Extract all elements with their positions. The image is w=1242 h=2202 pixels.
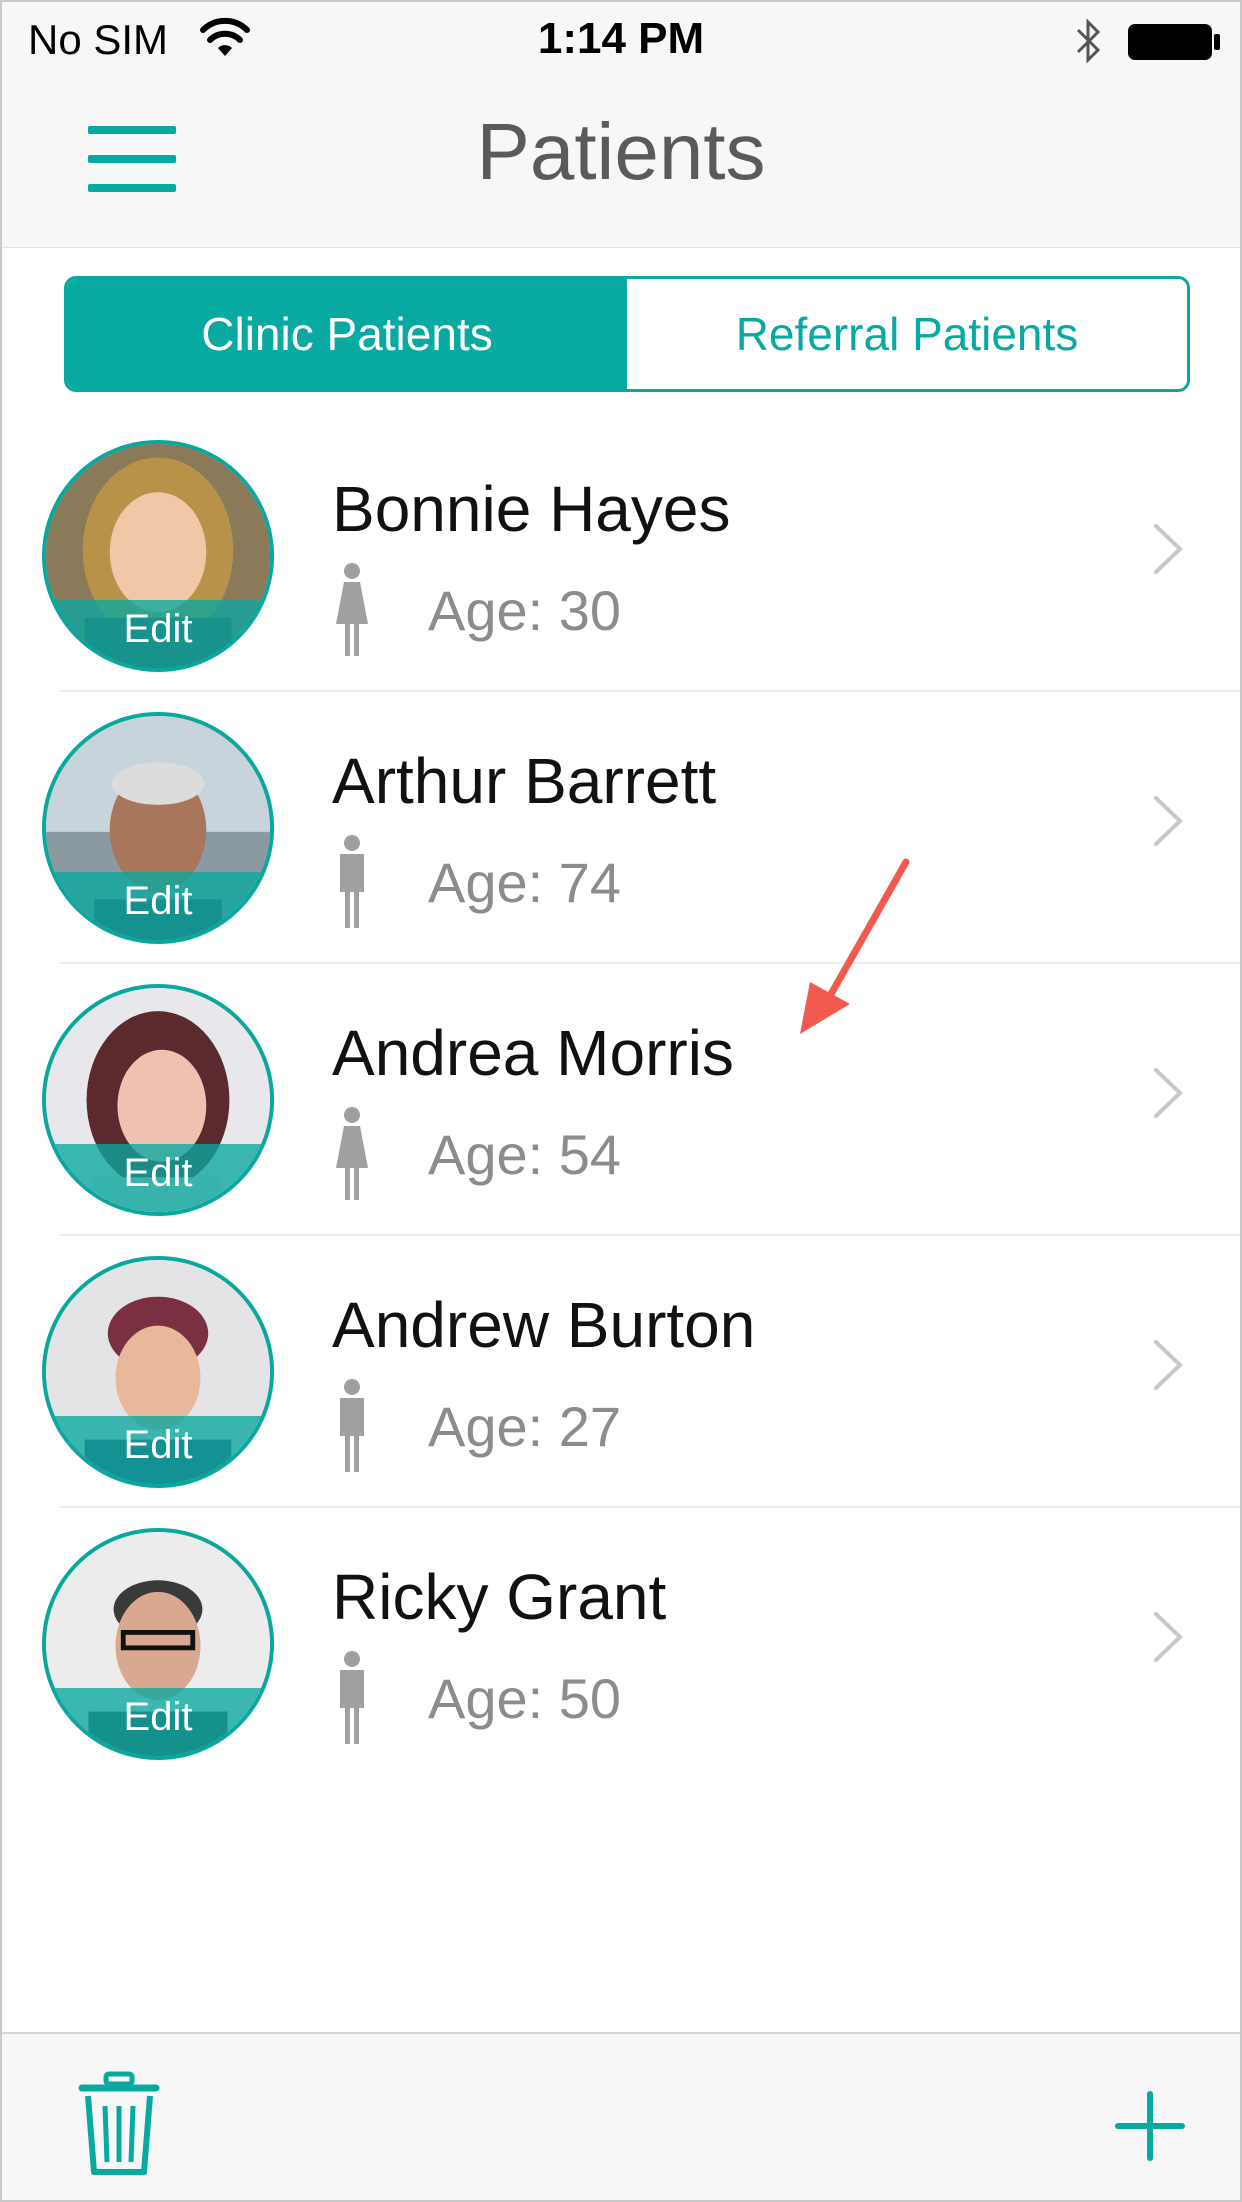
edit-photo-button[interactable]: Edit bbox=[46, 1688, 270, 1756]
add-icon[interactable] bbox=[1114, 2090, 1186, 2162]
chevron-right-icon bbox=[1154, 1068, 1183, 1118]
battery-icon bbox=[1128, 24, 1220, 60]
segment-referral-patients[interactable]: Referral Patients bbox=[627, 279, 1187, 389]
patient-list: Edit Bonnie Hayes Age: 30 Edit Arthur Ba… bbox=[2, 420, 1240, 1780]
chevron-right-icon bbox=[1154, 1612, 1183, 1662]
patient-name: Arthur Barrett bbox=[332, 745, 717, 817]
male-icon bbox=[340, 1379, 364, 1472]
edit-photo-button[interactable]: Edit bbox=[46, 600, 270, 668]
annotation-arrow-icon bbox=[800, 858, 910, 1034]
edit-photo-button[interactable]: Edit bbox=[46, 872, 270, 940]
male-icon bbox=[340, 835, 364, 928]
chevron-right-icon bbox=[1154, 796, 1183, 846]
female-icon bbox=[336, 1107, 368, 1200]
patient-row[interactable]: Edit Andrew Burton Age: 27 bbox=[2, 1236, 1240, 1508]
patient-age: Age: 50 bbox=[428, 1667, 622, 1730]
avatar: Edit bbox=[42, 1256, 274, 1488]
avatar: Edit bbox=[42, 440, 274, 672]
bottom-toolbar bbox=[2, 2032, 1240, 2200]
avatar: Edit bbox=[42, 712, 274, 944]
patient-age: Age: 74 bbox=[428, 851, 622, 914]
edit-photo-button[interactable]: Edit bbox=[46, 1416, 270, 1484]
male-icon bbox=[340, 1651, 364, 1744]
patient-name: Bonnie Hayes bbox=[332, 473, 731, 545]
avatar: Edit bbox=[42, 1528, 274, 1760]
female-icon bbox=[336, 563, 368, 656]
patient-row[interactable]: Edit Arthur Barrett Age: 74 bbox=[2, 692, 1240, 964]
avatar: Edit bbox=[42, 984, 274, 1216]
chevron-right-icon bbox=[1154, 524, 1183, 574]
patient-row[interactable]: Edit Andrea Morris Age: 54 bbox=[2, 964, 1240, 1236]
patient-age: Age: 54 bbox=[428, 1123, 622, 1186]
patient-row[interactable]: Edit Ricky Grant Age: 50 bbox=[2, 1508, 1240, 1780]
patient-row[interactable]: Edit Bonnie Hayes Age: 30 bbox=[2, 420, 1240, 692]
patient-age: Age: 27 bbox=[428, 1395, 622, 1458]
segment-clinic-patients[interactable]: Clinic Patients bbox=[67, 279, 627, 389]
edit-photo-button[interactable]: Edit bbox=[46, 1144, 270, 1212]
app-screen: No SIM 1:14 PM Patients Clinic Patients … bbox=[0, 0, 1242, 2202]
patient-name: Ricky Grant bbox=[332, 1561, 667, 1633]
status-bar: No SIM 1:14 PM bbox=[2, 2, 1240, 80]
patient-age: Age: 30 bbox=[428, 579, 622, 642]
patient-name: Andrea Morris bbox=[332, 1017, 734, 1089]
patient-type-segmented-control: Clinic Patients Referral Patients bbox=[64, 276, 1190, 392]
status-time: 1:14 PM bbox=[537, 14, 705, 63]
patient-name: Andrew Burton bbox=[332, 1289, 756, 1361]
trash-icon[interactable] bbox=[78, 2070, 160, 2178]
bluetooth-icon bbox=[1076, 18, 1101, 64]
page-title: Patients bbox=[476, 107, 766, 196]
navigation-bar: Patients bbox=[2, 80, 1240, 248]
chevron-right-icon bbox=[1154, 1340, 1183, 1390]
